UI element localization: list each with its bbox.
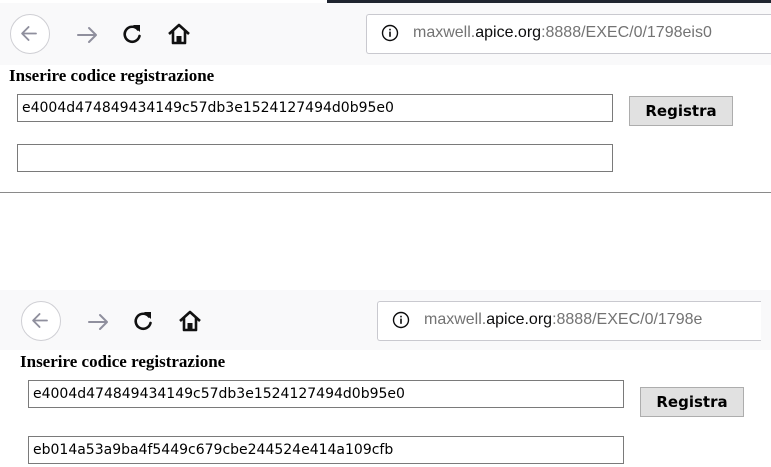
back-arrow-icon xyxy=(21,26,37,41)
code-input-2[interactable]: e4004d474849434149c57db3e1524127494d0b95… xyxy=(28,380,624,408)
home-icon xyxy=(179,310,201,332)
forward-button[interactable] xyxy=(73,21,101,49)
window-top-edge xyxy=(327,0,771,3)
result-input[interactable] xyxy=(17,144,613,172)
screenshot-before: maxwell.apice.org:8888/EXEC/0/1798eis0 I… xyxy=(0,0,771,195)
url-suffix: :8888/EXEC/0/1798eis0 xyxy=(541,24,712,41)
url-text: maxwell.apice.org:8888/EXEC/0/1798eis0 xyxy=(413,24,712,42)
browser-toolbar: maxwell.apice.org:8888/EXEC/0/1798eis0 xyxy=(0,3,771,65)
back-arrow-icon xyxy=(32,313,48,328)
result-input-2[interactable]: eb014a53a9ba4f5449c679cbe244524e414a109c… xyxy=(28,436,624,464)
home-button-2[interactable] xyxy=(176,307,204,335)
register-button-2[interactable]: Registra xyxy=(640,387,744,417)
info-icon[interactable] xyxy=(381,24,399,42)
back-button[interactable] xyxy=(10,14,50,54)
reload-button[interactable] xyxy=(119,21,145,47)
url-domain-2: apice.org xyxy=(486,311,553,328)
info-icon[interactable] xyxy=(392,311,410,329)
url-prefix-2: maxwell. xyxy=(424,311,487,328)
forward-arrow-icon xyxy=(77,27,97,43)
forward-button-2[interactable] xyxy=(84,308,112,336)
home-button[interactable] xyxy=(165,20,193,48)
reload-icon xyxy=(134,312,152,330)
forward-arrow-icon xyxy=(88,314,108,330)
url-text-2: maxwell.apice.org:8888/EXEC/0/1798e xyxy=(424,311,702,329)
form-title-2: Inserire codice registrazione xyxy=(20,352,226,371)
url-bar-2[interactable]: maxwell.apice.org:8888/EXEC/0/1798e xyxy=(377,301,761,341)
browser-toolbar-2: maxwell.apice.org:8888/EXEC/0/1798e xyxy=(0,290,771,350)
url-suffix-2: :8888/EXEC/0/1798e xyxy=(552,311,703,328)
url-bar[interactable]: maxwell.apice.org:8888/EXEC/0/1798eis0 xyxy=(366,14,771,54)
back-button-2[interactable] xyxy=(21,301,61,341)
url-domain: apice.org xyxy=(475,24,542,41)
code-input[interactable]: e4004d474849434149c57db3e1524127494d0b95… xyxy=(17,94,613,122)
page-divider xyxy=(0,192,771,193)
home-icon xyxy=(168,23,190,45)
screenshot-after: maxwell.apice.org:8888/EXEC/0/1798e Inse… xyxy=(0,290,771,467)
url-prefix: maxwell. xyxy=(413,24,476,41)
reload-button-2[interactable] xyxy=(130,308,156,334)
form-title: Inserire codice registrazione xyxy=(9,66,215,85)
reload-icon xyxy=(123,25,141,43)
register-button[interactable]: Registra xyxy=(629,96,733,126)
